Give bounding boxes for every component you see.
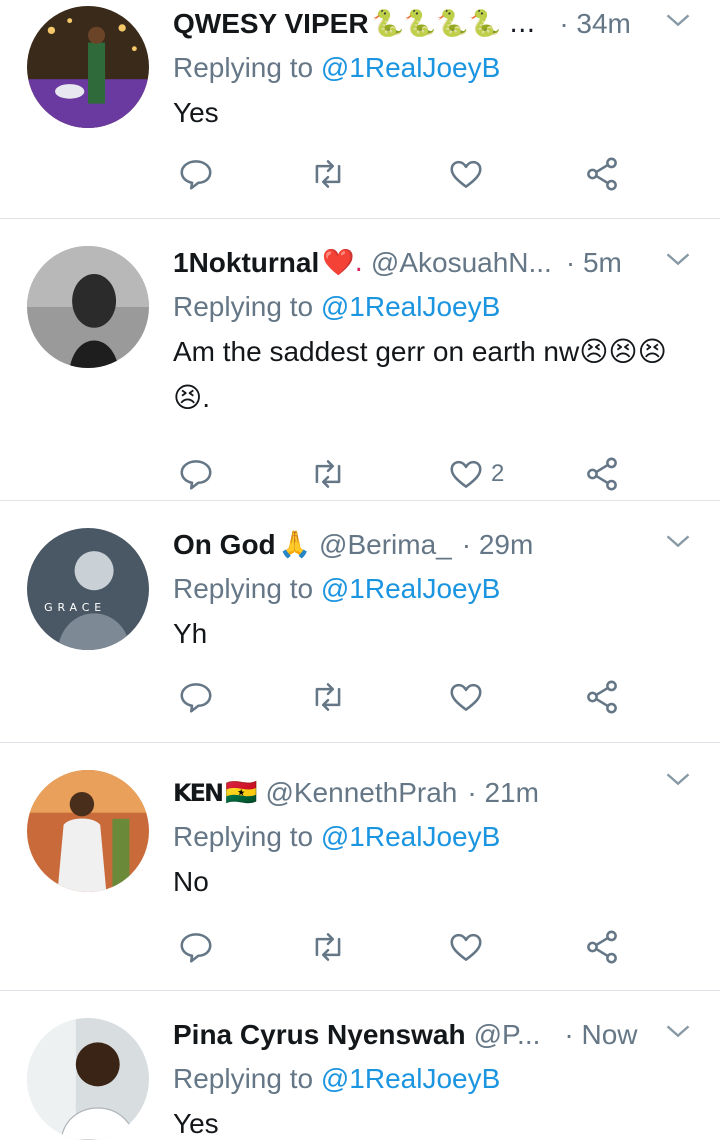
tweet-text: Yes [173, 1108, 219, 1139]
replying-to: Replying to @1RealJoeyB [173, 567, 698, 611]
timestamp[interactable]: · 5m [566, 247, 622, 279]
display-name[interactable]: 1Nokturnal [173, 247, 319, 279]
tweet-actions [173, 155, 643, 195]
mention-link[interactable]: @1RealJoeyB [321, 821, 500, 852]
mention-link[interactable]: @1RealJoeyB [321, 52, 500, 83]
flag-ghana-emoji: 🇬🇭 [225, 778, 258, 808]
retweet-button[interactable] [309, 928, 347, 966]
share-icon [587, 680, 617, 714]
handle[interactable]: @KennethPrah [265, 777, 457, 809]
share-button[interactable] [583, 928, 621, 966]
share-button[interactable] [583, 678, 621, 716]
chevron-down-icon[interactable] [664, 765, 692, 793]
heart-icon [450, 460, 482, 488]
tweet-item[interactable]: Pina Cyrus Nyenswah @P... · Now Replying… [0, 991, 720, 1148]
retweet-icon [315, 683, 341, 711]
retweet-icon [315, 160, 341, 188]
retweet-button[interactable] [309, 678, 347, 716]
reply-button[interactable] [177, 928, 215, 966]
tweet-item[interactable]: GRACE On God 🙏 @Berima_ · 29m Replying t… [0, 501, 720, 743]
display-name[interactable]: On God [173, 529, 276, 561]
timestamp[interactable]: · 34m [559, 8, 631, 40]
handle[interactable]: @P... [474, 1019, 541, 1051]
mention-link[interactable]: @1RealJoeyB [321, 291, 500, 322]
tweet-actions [173, 928, 643, 968]
reply-button[interactable] [177, 455, 215, 493]
replying-to: Replying to @1RealJoeyB [173, 1057, 698, 1101]
tweet-text: No [173, 866, 209, 897]
share-icon [587, 457, 617, 491]
heart-icon [450, 160, 482, 188]
retweet-button[interactable] [309, 455, 347, 493]
replying-label: Replying to [173, 573, 321, 604]
share-button[interactable] [583, 155, 621, 193]
avatar[interactable] [27, 1018, 149, 1140]
name-emoji: 🐍🐍🐍🐍 … [371, 9, 536, 39]
share-icon [587, 930, 617, 964]
chevron-down-icon[interactable] [664, 6, 692, 34]
mention-link[interactable]: @1RealJoeyB [321, 1063, 500, 1094]
replying-label: Replying to [173, 291, 321, 322]
timestamp[interactable]: · 21m [467, 777, 539, 809]
display-name[interactable]: KEN [173, 779, 224, 807]
tweet-item[interactable]: 1Nokturnal ❤️. @AkosuahN... · 5m Replyin… [0, 219, 720, 501]
reply-icon [180, 683, 212, 713]
like-button[interactable] [447, 155, 491, 193]
retweet-icon [315, 460, 341, 488]
name-emoji: 🙏 [278, 530, 312, 560]
retweet-button[interactable] [309, 155, 347, 193]
display-name[interactable]: Pina Cyrus Nyenswah [173, 1019, 466, 1051]
like-button[interactable] [447, 678, 491, 716]
tweet-text: Yh [173, 618, 208, 649]
reply-icon [180, 933, 212, 963]
reply-icon [180, 460, 212, 490]
chevron-down-icon[interactable] [664, 245, 692, 273]
tweet-actions [173, 678, 643, 718]
handle[interactable]: @Berima_ [319, 529, 452, 561]
share-button[interactable] [583, 455, 621, 493]
avatar[interactable] [27, 770, 149, 892]
chevron-down-icon[interactable] [664, 527, 692, 555]
tweet-text: Am the saddest gerr on earth nw😣😣😣😣. [173, 336, 667, 413]
timestamp[interactable]: · 29m [462, 529, 534, 561]
replying-label: Replying to [173, 52, 321, 83]
timestamp[interactable]: · Now [564, 1019, 637, 1051]
replying-to: Replying to @1RealJoeyB [173, 285, 698, 329]
replying-to: Replying to @1RealJoeyB [173, 46, 698, 90]
handle[interactable]: @AkosuahN... [371, 247, 552, 279]
avatar[interactable] [27, 6, 149, 128]
tweet-actions: 2 [173, 455, 643, 495]
heart-icon [450, 683, 482, 711]
like-button[interactable]: 2 [447, 455, 504, 493]
tweet-item[interactable]: QWESY VIPER 🐍🐍🐍🐍 … · 34m Replying to @1R… [0, 0, 720, 219]
tweet-item[interactable]: KEN 🇬🇭 @KennethPrah · 21m Replying to @1… [0, 743, 720, 991]
replying-to: Replying to @1RealJoeyB [173, 815, 698, 859]
display-name[interactable]: QWESY VIPER [173, 8, 369, 40]
like-count: 2 [491, 460, 505, 487]
avatar[interactable]: GRACE [27, 528, 149, 650]
name-emoji: ❤️. [322, 248, 363, 278]
reply-button[interactable] [177, 155, 215, 193]
mention-link[interactable]: @1RealJoeyB [321, 573, 500, 604]
heart-icon [450, 933, 482, 961]
retweet-icon [315, 933, 341, 961]
replying-label: Replying to [173, 1063, 321, 1094]
replying-label: Replying to [173, 821, 321, 852]
tweet-text: Yes [173, 97, 219, 128]
chevron-down-icon[interactable] [664, 1017, 692, 1045]
svg-text:GRACE: GRACE [44, 601, 106, 614]
reply-button[interactable] [177, 678, 215, 716]
share-icon [587, 157, 617, 191]
avatar[interactable] [27, 246, 149, 368]
reply-icon [180, 160, 212, 190]
like-button[interactable] [447, 928, 491, 966]
